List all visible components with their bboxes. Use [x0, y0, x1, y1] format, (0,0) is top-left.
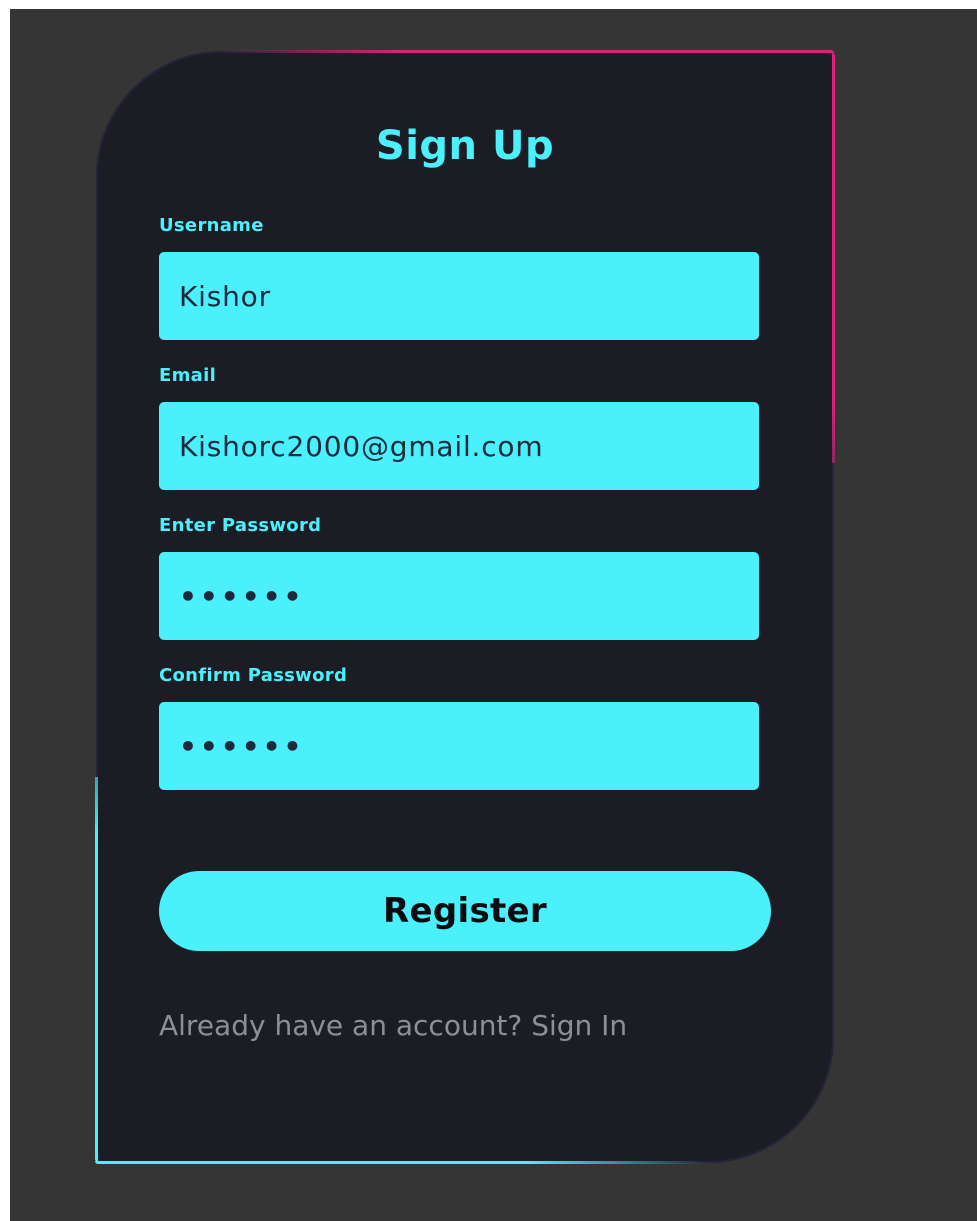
password-label: Enter Password [159, 515, 322, 536]
confirm-password-input[interactable]: •••••• [159, 702, 759, 790]
page-background: Sign Up Username Kishor Email Kishorc200… [10, 9, 977, 1221]
signin-prompt-text: Already have an account? [159, 1009, 523, 1042]
username-input[interactable]: Kishor [159, 252, 759, 340]
confirm-password-label: Confirm Password [159, 665, 348, 686]
email-input[interactable]: Kishorc2000@gmail.com [159, 402, 759, 490]
password-input[interactable]: •••••• [159, 552, 759, 640]
card-accent-top [220, 50, 834, 53]
card-accent-bottom [95, 1161, 709, 1164]
signin-prompt: Already have an account? Sign In [159, 1009, 627, 1042]
card-accent-left [95, 777, 98, 1162]
card-accent-right [832, 53, 835, 463]
username-label: Username [159, 215, 264, 236]
form-title: Sign Up [375, 123, 555, 169]
signin-link[interactable]: Sign In [531, 1009, 627, 1042]
email-label: Email [159, 365, 217, 386]
register-button[interactable]: Register [159, 871, 771, 951]
signup-card: Sign Up Username Kishor Email Kishorc200… [95, 50, 835, 1164]
